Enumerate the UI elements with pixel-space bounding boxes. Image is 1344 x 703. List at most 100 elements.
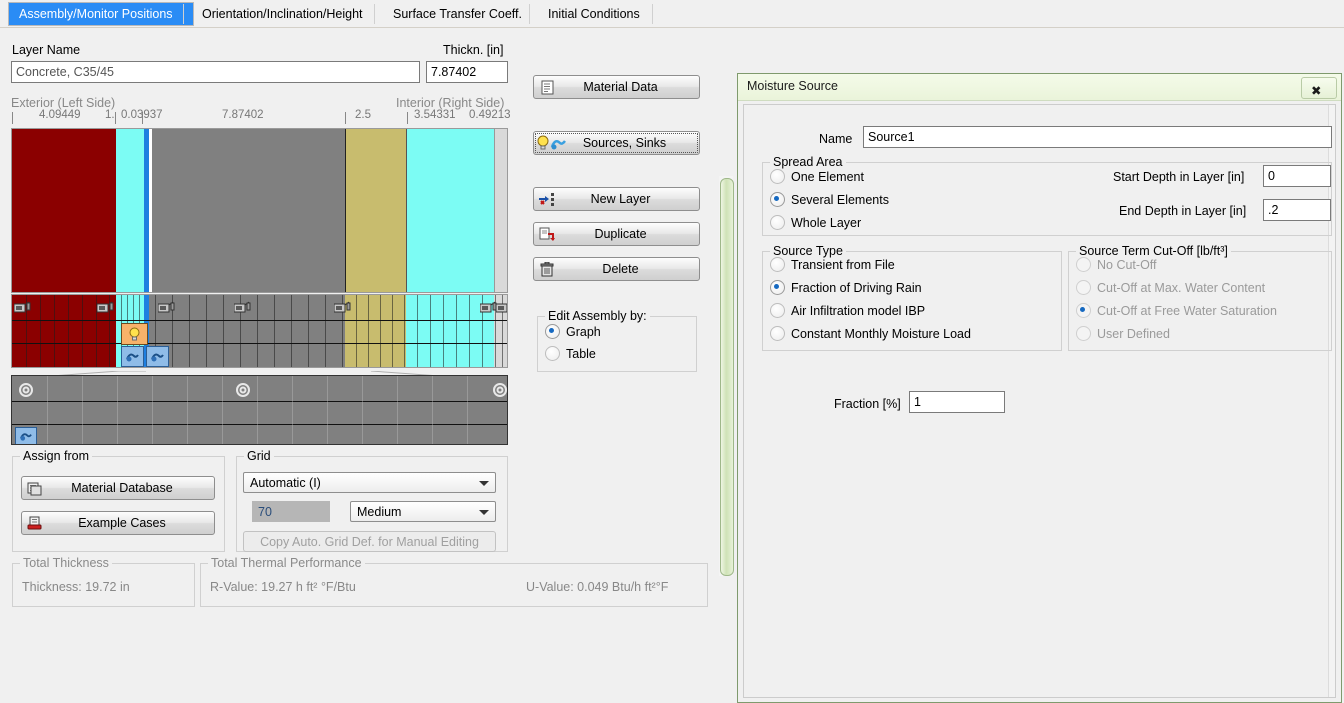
monitor-position-marker[interactable] <box>493 383 507 400</box>
grid-density-select[interactable]: Medium <box>350 501 496 522</box>
radio-edit-graph[interactable]: Graph <box>545 324 601 339</box>
radio-label: Fraction of Driving Rain <box>791 281 922 295</box>
radio-air-infiltration-model-ibp[interactable]: Air Infiltration model IBP <box>770 303 925 318</box>
grid-mode-value: Automatic (I) <box>250 476 321 490</box>
radio-label: Whole Layer <box>791 216 861 230</box>
start-depth-input[interactable]: 0 <box>1263 165 1331 187</box>
source-name-input[interactable]: Source1 <box>863 126 1332 148</box>
monitor-sensor-icon[interactable] <box>158 300 175 313</box>
grid-title: Grid <box>244 449 274 463</box>
monitor-sensor-icon[interactable] <box>14 300 31 313</box>
thickness-input[interactable]: 7.87402 <box>426 61 508 83</box>
monitor-sensor-icon[interactable] <box>334 300 351 313</box>
exterior-side-label: Exterior (Left Side) <box>11 96 115 110</box>
name-label: Name <box>819 132 852 146</box>
assign-from-title: Assign from <box>20 449 92 463</box>
material-data-label: Material Data <box>560 80 699 94</box>
monitor-position-marker[interactable] <box>19 383 33 400</box>
grid-density-value: Medium <box>357 505 401 519</box>
layer-name-input[interactable]: Concrete, C35/45 <box>11 61 420 83</box>
monitor-sensor-icon[interactable] <box>97 300 114 313</box>
duplicate-icon <box>534 227 560 242</box>
moisture-source-icon[interactable] <box>121 346 144 367</box>
radio-label: Cut-Off at Free Water Saturation <box>1097 304 1277 318</box>
close-icon[interactable]: ✖ <box>1301 77 1337 99</box>
radio-label: Air Infiltration model IBP <box>791 304 925 318</box>
edit-assembly-title: Edit Assembly by: <box>545 309 650 323</box>
radio-user-defined[interactable]: User Defined <box>1076 326 1170 341</box>
assembly-layer-brick-exterior[interactable] <box>12 129 116 292</box>
new-layer-button[interactable]: New Layer <box>533 187 700 211</box>
moisture-source-icon[interactable] <box>15 427 37 445</box>
assembly-layer-concrete-gray[interactable] <box>151 129 346 292</box>
radio-one-element[interactable]: One Element <box>770 169 864 184</box>
tab-label: Initial Conditions <box>548 7 640 21</box>
radio-cutoff-max-water-content[interactable]: Cut-Off at Max. Water Content <box>1076 280 1265 295</box>
duplicate-button[interactable]: Duplicate <box>533 222 700 246</box>
new-layer-icon <box>534 192 560 206</box>
example-cases-button[interactable]: Example Cases <box>21 511 215 535</box>
radio-fraction-of-driving-rain[interactable]: Fraction of Driving Rain <box>770 280 922 295</box>
radio-indicator <box>545 346 560 361</box>
ruler-value: 2.5 <box>355 109 371 121</box>
assembly-layer-graphic[interactable] <box>11 128 508 293</box>
sources-sinks-button[interactable]: Sources, Sinks <box>533 131 700 155</box>
chevron-down-icon <box>479 481 489 486</box>
ruler-value: 7.87402 <box>222 109 264 121</box>
assembly-layer-insulation-cyan-1[interactable] <box>116 129 144 292</box>
end-depth-label: End Depth in Layer [in] <box>1119 204 1246 218</box>
dialog-title-bar: Moisture Source ✖ <box>738 74 1341 101</box>
assembly-layer-insulation-cyan-2[interactable] <box>406 129 495 292</box>
material-database-button[interactable]: Material Database <box>21 476 215 500</box>
document-icon <box>534 80 560 95</box>
grid-count-input[interactable]: 70 <box>252 501 330 522</box>
thermal-title: Total Thermal Performance <box>208 556 365 570</box>
fraction-input[interactable]: 1 <box>909 391 1005 413</box>
tab-initial-conditions[interactable]: Initial Conditions <box>538 3 650 25</box>
assembly-layer-membrane-blue[interactable] <box>144 129 149 292</box>
monitor-sensor-icon[interactable] <box>480 300 497 313</box>
radio-whole-layer[interactable]: Whole Layer <box>770 215 861 230</box>
monitor-sensor-icon[interactable] <box>496 300 508 313</box>
tab-surface-transfer-coeff[interactable]: Surface Transfer Coeff. <box>383 3 532 25</box>
heat-source-bulb-icon[interactable] <box>121 323 148 345</box>
radio-constant-monthly-moisture-load[interactable]: Constant Monthly Moisture Load <box>770 326 971 341</box>
tab-assembly-monitor-positions[interactable]: Assembly/Monitor Positions <box>8 2 194 26</box>
trash-icon <box>534 262 560 277</box>
moisture-source-icon[interactable] <box>146 346 169 367</box>
radio-label: Graph <box>566 325 601 339</box>
material-data-button[interactable]: Material Data <box>533 75 700 99</box>
radio-several-elements[interactable]: Several Elements <box>770 192 889 207</box>
radio-indicator <box>770 257 785 272</box>
assembly-grid-strip[interactable] <box>11 294 508 368</box>
tab-label: Orientation/Inclination/Height <box>202 7 363 21</box>
assembly-layer-finish-lightgray[interactable] <box>494 129 508 292</box>
tab-orientation-inclination-height[interactable]: Orientation/Inclination/Height <box>192 3 373 25</box>
assembly-zoom-detail[interactable] <box>11 375 508 445</box>
panel-scrollbar-thumb[interactable] <box>720 178 734 576</box>
total-thickness-title: Total Thickness <box>20 556 112 570</box>
spread-area-title: Spread Area <box>770 155 846 169</box>
dialog-body: Name Source1 Spread Area One Element Sev… <box>743 104 1336 698</box>
edit-assembly-group: Edit Assembly by: Graph Table <box>537 316 697 372</box>
fraction-label: Fraction [%] <box>834 397 901 411</box>
ruler-value: 0.03937 <box>121 109 163 121</box>
copy-grid-def-button[interactable]: Copy Auto. Grid Def. for Manual Editing <box>243 531 496 552</box>
application-window: Assembly/Monitor Positions Orientation/I… <box>0 0 1344 703</box>
source-type-group: Source Type Transient from File Fraction… <box>762 251 1062 351</box>
ruler-value: 4.09449 <box>39 109 81 121</box>
radio-indicator <box>1076 257 1091 272</box>
radio-edit-table[interactable]: Table <box>545 346 596 361</box>
radio-no-cut-off[interactable]: No Cut-Off <box>1076 257 1157 272</box>
radio-cutoff-free-water-saturation[interactable]: Cut-Off at Free Water Saturation <box>1076 303 1277 318</box>
radio-label: User Defined <box>1097 327 1170 341</box>
grid-mode-select[interactable]: Automatic (I) <box>243 472 496 493</box>
dialog-title: Moisture Source <box>747 79 838 93</box>
radio-transient-from-file[interactable]: Transient from File <box>770 257 895 272</box>
monitor-sensor-icon[interactable] <box>234 300 251 313</box>
end-depth-input[interactable]: .2 <box>1263 199 1331 221</box>
monitor-position-marker[interactable] <box>236 383 250 400</box>
cutoff-title: Source Term Cut-Off [lb/ft³] <box>1076 244 1231 258</box>
assembly-layer-board-khaki[interactable] <box>345 129 407 292</box>
delete-button[interactable]: Delete <box>533 257 700 281</box>
